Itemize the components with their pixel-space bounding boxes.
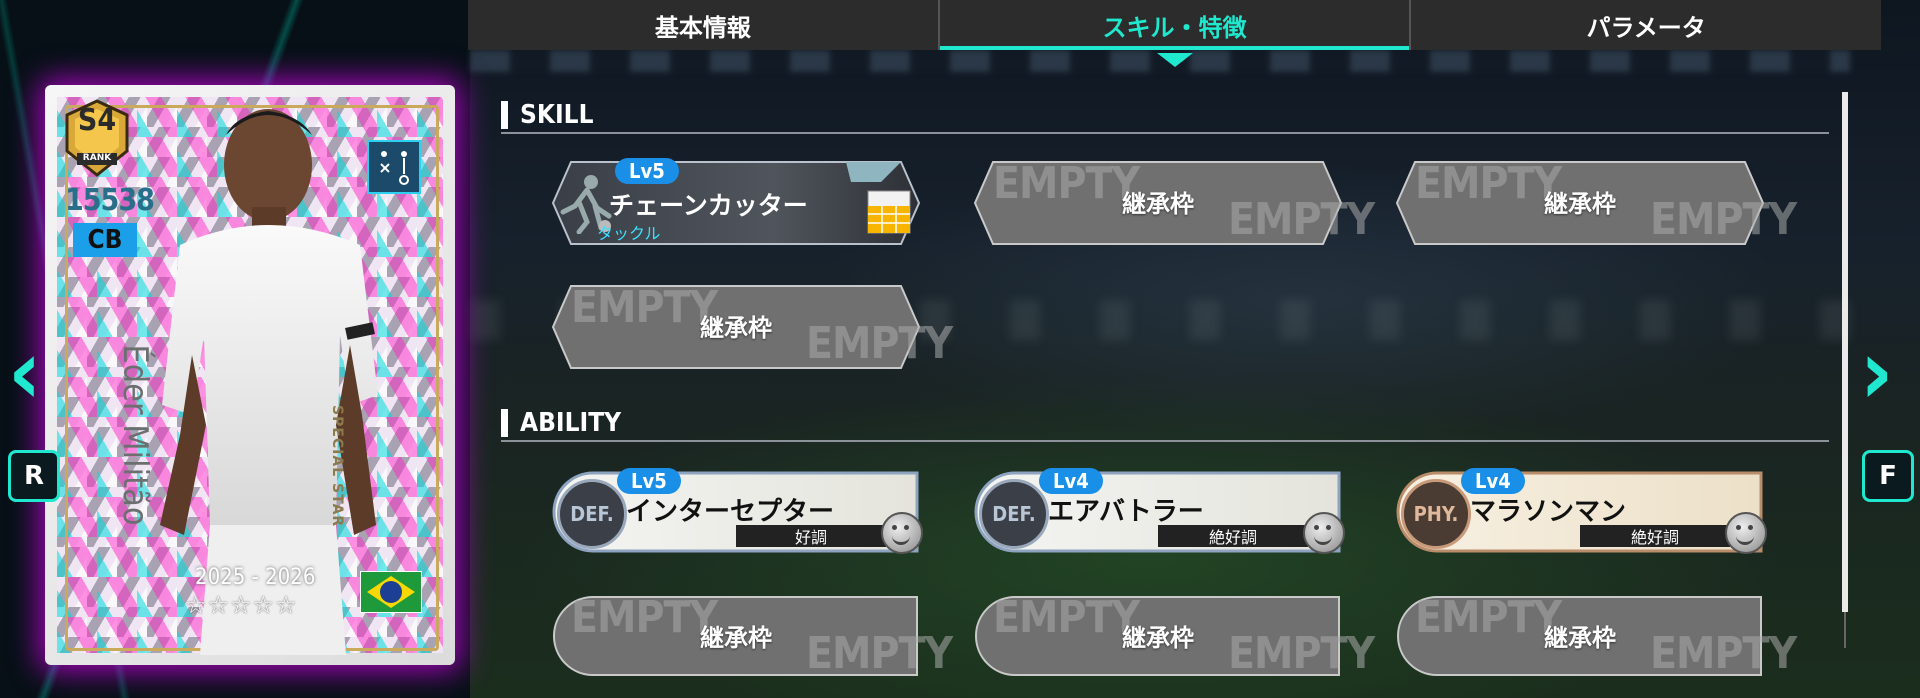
inherit-slot-label: 継承枠: [1122, 623, 1194, 652]
ability-name: エアバトラー: [1048, 497, 1204, 527]
ability-slot-6[interactable]: EMPTY EMPTY 継承枠: [1395, 592, 1797, 679]
inherit-slot-label: 継承枠: [1544, 623, 1616, 652]
season-label: 2025 - 2026: [195, 565, 316, 590]
skill-name: チェーンカッター: [609, 191, 808, 220]
ability-name: インターセプター: [626, 497, 835, 527]
skill-slot-2[interactable]: EMPTY EMPTY 継承枠: [973, 158, 1375, 245]
card-type-label: SPECIAL STAR: [329, 405, 345, 528]
inherit-slot-label: 継承枠: [700, 313, 772, 342]
inherit-slot-label: 継承枠: [700, 623, 772, 652]
ability-slot-2[interactable]: DEF. Lv4 エアバトラー 絶好調: [973, 468, 1345, 554]
skill-slot-3[interactable]: EMPTY EMPTY 継承枠: [1395, 158, 1797, 245]
ability-slot-3[interactable]: PHY. Lv4 マラソンマン 絶好調: [1395, 468, 1767, 554]
ability-slot-4[interactable]: EMPTY EMPTY 継承枠: [551, 592, 953, 679]
ability-slot-1[interactable]: DEF. Lv5 インターセプター 好調: [551, 468, 923, 554]
inherit-slot-label: 継承枠: [1544, 189, 1616, 218]
skill-slot-4[interactable]: EMPTY EMPTY 継承枠: [551, 282, 953, 369]
phy-badge-icon: PHY.: [1401, 479, 1471, 549]
ability-condition: 好調: [736, 525, 886, 547]
next-player-arrow-icon[interactable]: ›: [1860, 320, 1893, 425]
tab-basic-info[interactable]: 基本情報: [468, 0, 938, 50]
skill-category: タックル: [597, 224, 661, 243]
scrollbar-thumb[interactable]: [1842, 92, 1848, 612]
pitch-zone-icon: [867, 190, 911, 234]
section-marker: [501, 101, 508, 129]
ability-slot-5[interactable]: EMPTY EMPTY 継承枠: [973, 592, 1375, 679]
player-rating: 15538: [65, 183, 155, 218]
scrollbar-track: [1844, 612, 1846, 648]
smiley-icon: [1303, 512, 1345, 554]
smiley-icon: [881, 512, 923, 554]
brazil-flag-icon: [360, 571, 422, 613]
tab-skills-traits[interactable]: スキル・特徴: [937, 0, 1410, 50]
prev-key-button[interactable]: R: [8, 450, 60, 502]
prev-player-arrow-icon[interactable]: ‹: [8, 320, 41, 425]
next-key-button[interactable]: F: [1862, 450, 1914, 502]
section-header-skill: SKILL: [501, 98, 1829, 134]
tactic-icon: [367, 140, 421, 194]
ability-condition: 絶好調: [1580, 525, 1730, 547]
rank-value: S4: [77, 103, 117, 138]
skill-level-badge: Lv5: [615, 158, 679, 184]
tab-bar: 基本情報 スキル・特徴 パラメータ: [468, 0, 1881, 50]
player-name: Éder Militão: [115, 344, 155, 526]
star-rating: ☆☆☆☆☆: [185, 591, 298, 619]
section-title: ABILITY: [520, 408, 622, 438]
ability-condition: 絶好調: [1158, 525, 1308, 547]
section-header-ability: ABILITY: [501, 406, 1829, 442]
ability-name: マラソンマン: [1470, 497, 1627, 527]
section-title: SKILL: [520, 100, 594, 130]
smiley-icon: [1725, 512, 1767, 554]
skill-slot-1[interactable]: Lv5 チェーンカッター タックル: [551, 158, 921, 245]
player-card[interactable]: S4 RANK 15538 CB Éder Militão SPECIAL ST…: [45, 85, 455, 665]
player-position: CB: [73, 223, 137, 257]
rank-label: RANK: [82, 153, 112, 163]
def-badge-icon: DEF.: [557, 479, 627, 549]
tab-parameters[interactable]: パラメータ: [1409, 0, 1881, 50]
def-badge-icon: DEF.: [979, 479, 1049, 549]
inherit-slot-label: 継承枠: [1122, 189, 1194, 218]
section-marker: [501, 409, 508, 437]
